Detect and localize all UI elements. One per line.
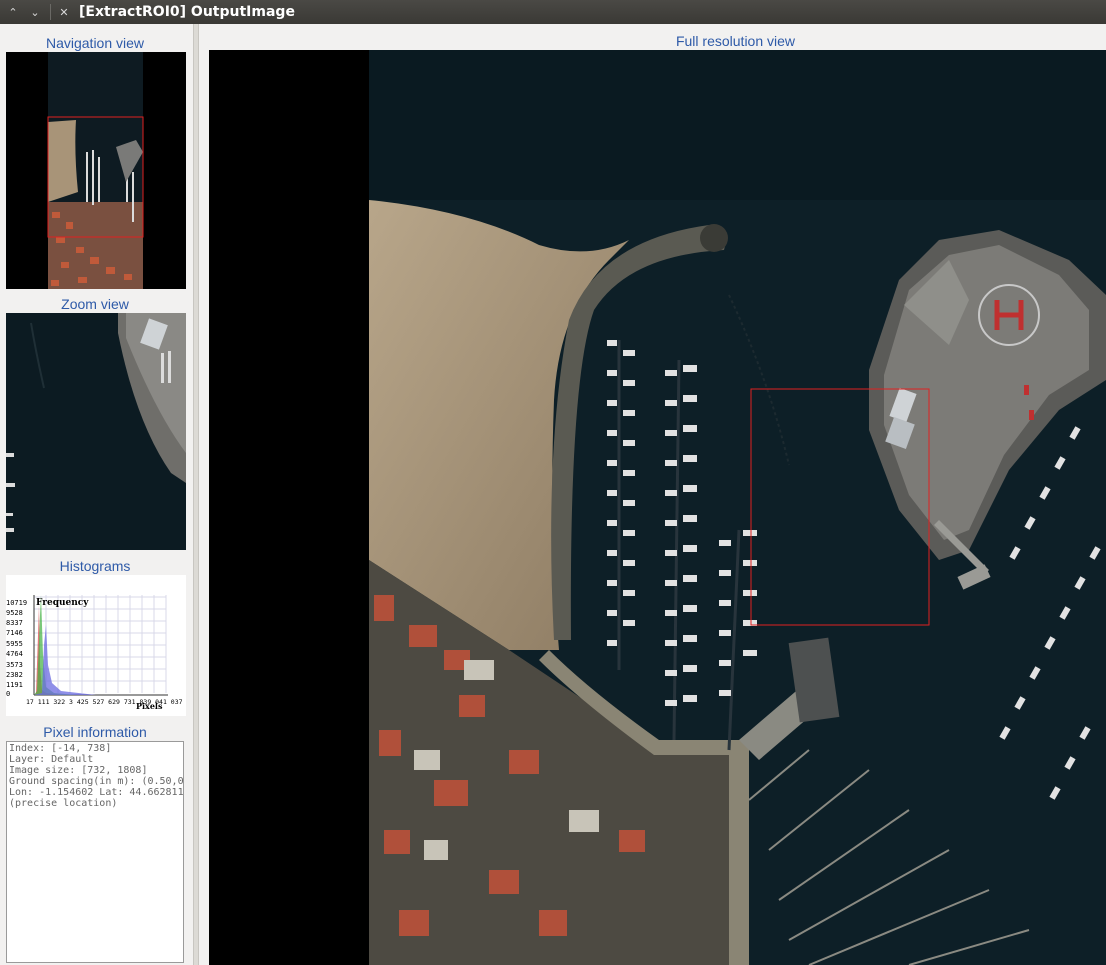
navigation-view-title: Navigation view (45, 35, 145, 51)
y-tick: 0 (6, 690, 10, 698)
full-resolution-image (209, 50, 1106, 965)
y-tick: 3573 (6, 661, 23, 669)
y-tick: 10719 (6, 599, 27, 607)
left-panel: Navigation view Zoom view Histograms Fre… (0, 24, 193, 965)
pixel-info-line: Lon: -1.154602 Lat: 44.662811 (9, 787, 184, 798)
chevron-down-icon[interactable]: ⌄ (26, 3, 44, 21)
zoom-view-title: Zoom view (61, 296, 129, 312)
titlebar-separator (50, 4, 51, 20)
full-resolution-title: Full resolution view (675, 33, 796, 49)
y-tick: 9528 (6, 609, 23, 617)
pixel-info-line: Image size: [732, 1808] (9, 765, 148, 776)
panel-splitter[interactable] (193, 24, 199, 965)
window-titlebar: ⌃ ⌄ ✕ [ExtractROI0] OutputImage (0, 0, 1106, 24)
y-tick: 2382 (6, 671, 23, 679)
close-icon[interactable]: ✕ (55, 3, 73, 21)
navigation-view[interactable] (6, 52, 186, 289)
y-tick: 4764 (6, 650, 23, 658)
pixel-info-line: Index: [-14, 738] (9, 743, 112, 754)
y-tick: 8337 (6, 619, 23, 627)
window-title: [ExtractROI0] OutputImage (79, 4, 295, 20)
y-tick: 7146 (6, 629, 23, 637)
y-tick: 1191 (6, 681, 23, 689)
y-tick: 5955 (6, 640, 23, 648)
chevron-up-icon[interactable]: ⌃ (4, 3, 22, 21)
histogram-chart: Frequency 10719 9528 8337 7146 5955 4764… (6, 595, 183, 711)
navigation-image (6, 52, 186, 289)
pixel-info-line: (precise location) (9, 798, 118, 809)
zoom-view[interactable] (6, 313, 186, 550)
zoom-image (6, 313, 186, 550)
histogram-y-label: Frequency (36, 598, 89, 608)
histograms-title: Histograms (59, 558, 131, 574)
full-resolution-view[interactable] (209, 50, 1106, 965)
pixel-info-title: Pixel information (43, 724, 147, 740)
pixel-info-text: Index: [-14, 738] Layer: Default Image siz… (6, 741, 184, 963)
histogram-panel: Frequency 10719 9528 8337 7146 5955 4764… (6, 575, 186, 716)
pixel-info-line: Layer: Default (9, 754, 94, 765)
pixel-info-line: Ground spacing(in m): (0.50,0 (9, 776, 184, 787)
histogram-x-label: Pixels (136, 701, 163, 711)
